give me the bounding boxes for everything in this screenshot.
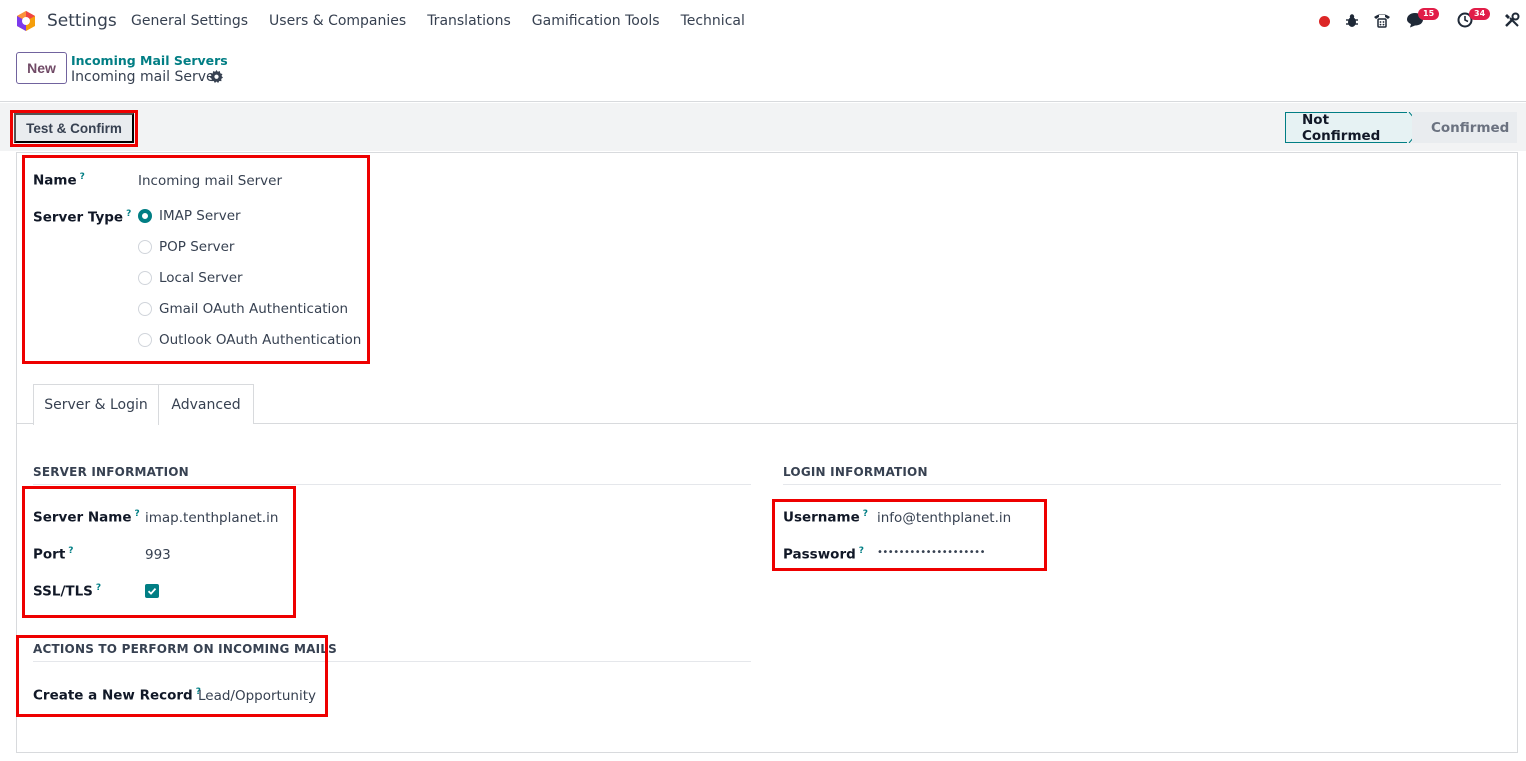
radio-outlook-oauth[interactable] [138,333,152,347]
server-type-help-icon[interactable]: ? [126,209,131,219]
ssl-tls-label: SSL/TLS? [33,583,102,600]
stage-confirmed[interactable]: Confirmed [1412,112,1517,143]
radio-label-outlook[interactable]: Outlook OAuth Authentication [159,332,361,348]
server-information-title: SERVER INFORMATION [33,465,751,485]
checkmark-icon [147,587,157,595]
menu-gamification-tools[interactable]: Gamification Tools [532,13,660,29]
radio-pop-server[interactable] [138,240,152,254]
activities-button[interactable]: 34 [1457,8,1491,30]
form-sheet: Name? Incoming mail Server Server Type? … [16,152,1518,753]
radio-label-local[interactable]: Local Server [159,270,243,286]
radio-label-pop[interactable]: POP Server [159,239,234,255]
port-field[interactable]: 993 [145,547,171,563]
breadcrumb-current: Incoming mail Server [71,69,221,85]
control-panel: New Incoming Mail Servers Incoming mail … [0,42,1526,102]
messages-count-badge: 15 [1418,8,1440,20]
breadcrumb-parent-link[interactable]: Incoming Mail Servers [71,53,228,68]
password-label: Password? [783,546,865,563]
new-button[interactable]: New [16,52,67,84]
create-record-label: Create a New Record? [33,687,201,704]
recording-indicator-icon[interactable] [1319,16,1330,27]
username-help-icon[interactable]: ? [863,509,868,519]
tab-advanced[interactable]: Advanced [158,384,254,424]
username-field[interactable]: info@tenthplanet.in [877,510,1011,526]
menu-users-companies[interactable]: Users & Companies [269,13,406,29]
bug-icon[interactable] [1345,13,1359,28]
login-information-title: LOGIN INFORMATION [783,465,1501,485]
ssl-tls-checkbox[interactable] [145,584,159,598]
name-help-icon[interactable]: ? [80,172,85,182]
app-logo-icon[interactable] [15,10,37,32]
test-confirm-button[interactable]: Test & Confirm [14,113,134,143]
gear-icon[interactable] [210,70,223,83]
app-name[interactable]: Settings [47,11,117,31]
radio-label-imap[interactable]: IMAP Server [159,208,241,224]
port-help-icon[interactable]: ? [68,546,73,556]
password-field[interactable]: •••••••••••••••••••• [877,547,985,558]
main-menu: General Settings Users & Companies Trans… [131,13,766,29]
radio-gmail-oauth[interactable] [138,302,152,316]
ssl-tls-help-icon[interactable]: ? [96,583,101,593]
server-type-label: Server Type? [33,209,132,226]
password-help-icon[interactable]: ? [859,546,864,556]
activities-count-badge: 34 [1469,8,1491,20]
menu-translations[interactable]: Translations [427,13,511,29]
name-field[interactable]: Incoming mail Server [138,173,282,189]
server-name-help-icon[interactable]: ? [134,509,139,519]
create-record-field[interactable]: Lead/Opportunity [198,688,316,704]
actions-title: ACTIONS TO PERFORM ON INCOMING MAILS [33,642,751,662]
radio-local-server[interactable] [138,271,152,285]
top-navbar: Settings General Settings Users & Compan… [0,0,1526,42]
notebook-tabs: Server & Login Advanced [17,384,1517,425]
server-name-label: Server Name? [33,509,140,526]
messages-button[interactable]: 15 [1406,8,1440,30]
port-label: Port? [33,546,74,563]
username-label: Username? [783,509,868,526]
menu-general-settings[interactable]: General Settings [131,13,248,29]
tools-icon[interactable] [1504,12,1520,28]
menu-technical[interactable]: Technical [681,13,745,29]
server-name-field[interactable]: imap.tenthplanet.in [145,510,278,526]
status-bar: Test & Confirm Not Confirmed Confirmed [0,103,1526,151]
name-label: Name? [33,172,85,189]
phone-icon[interactable] [1373,12,1391,28]
radio-label-gmail[interactable]: Gmail OAuth Authentication [159,301,348,317]
stage-not-confirmed[interactable]: Not Confirmed [1285,112,1410,144]
tab-server-login[interactable]: Server & Login [33,384,159,425]
radio-imap-server[interactable] [138,209,152,223]
